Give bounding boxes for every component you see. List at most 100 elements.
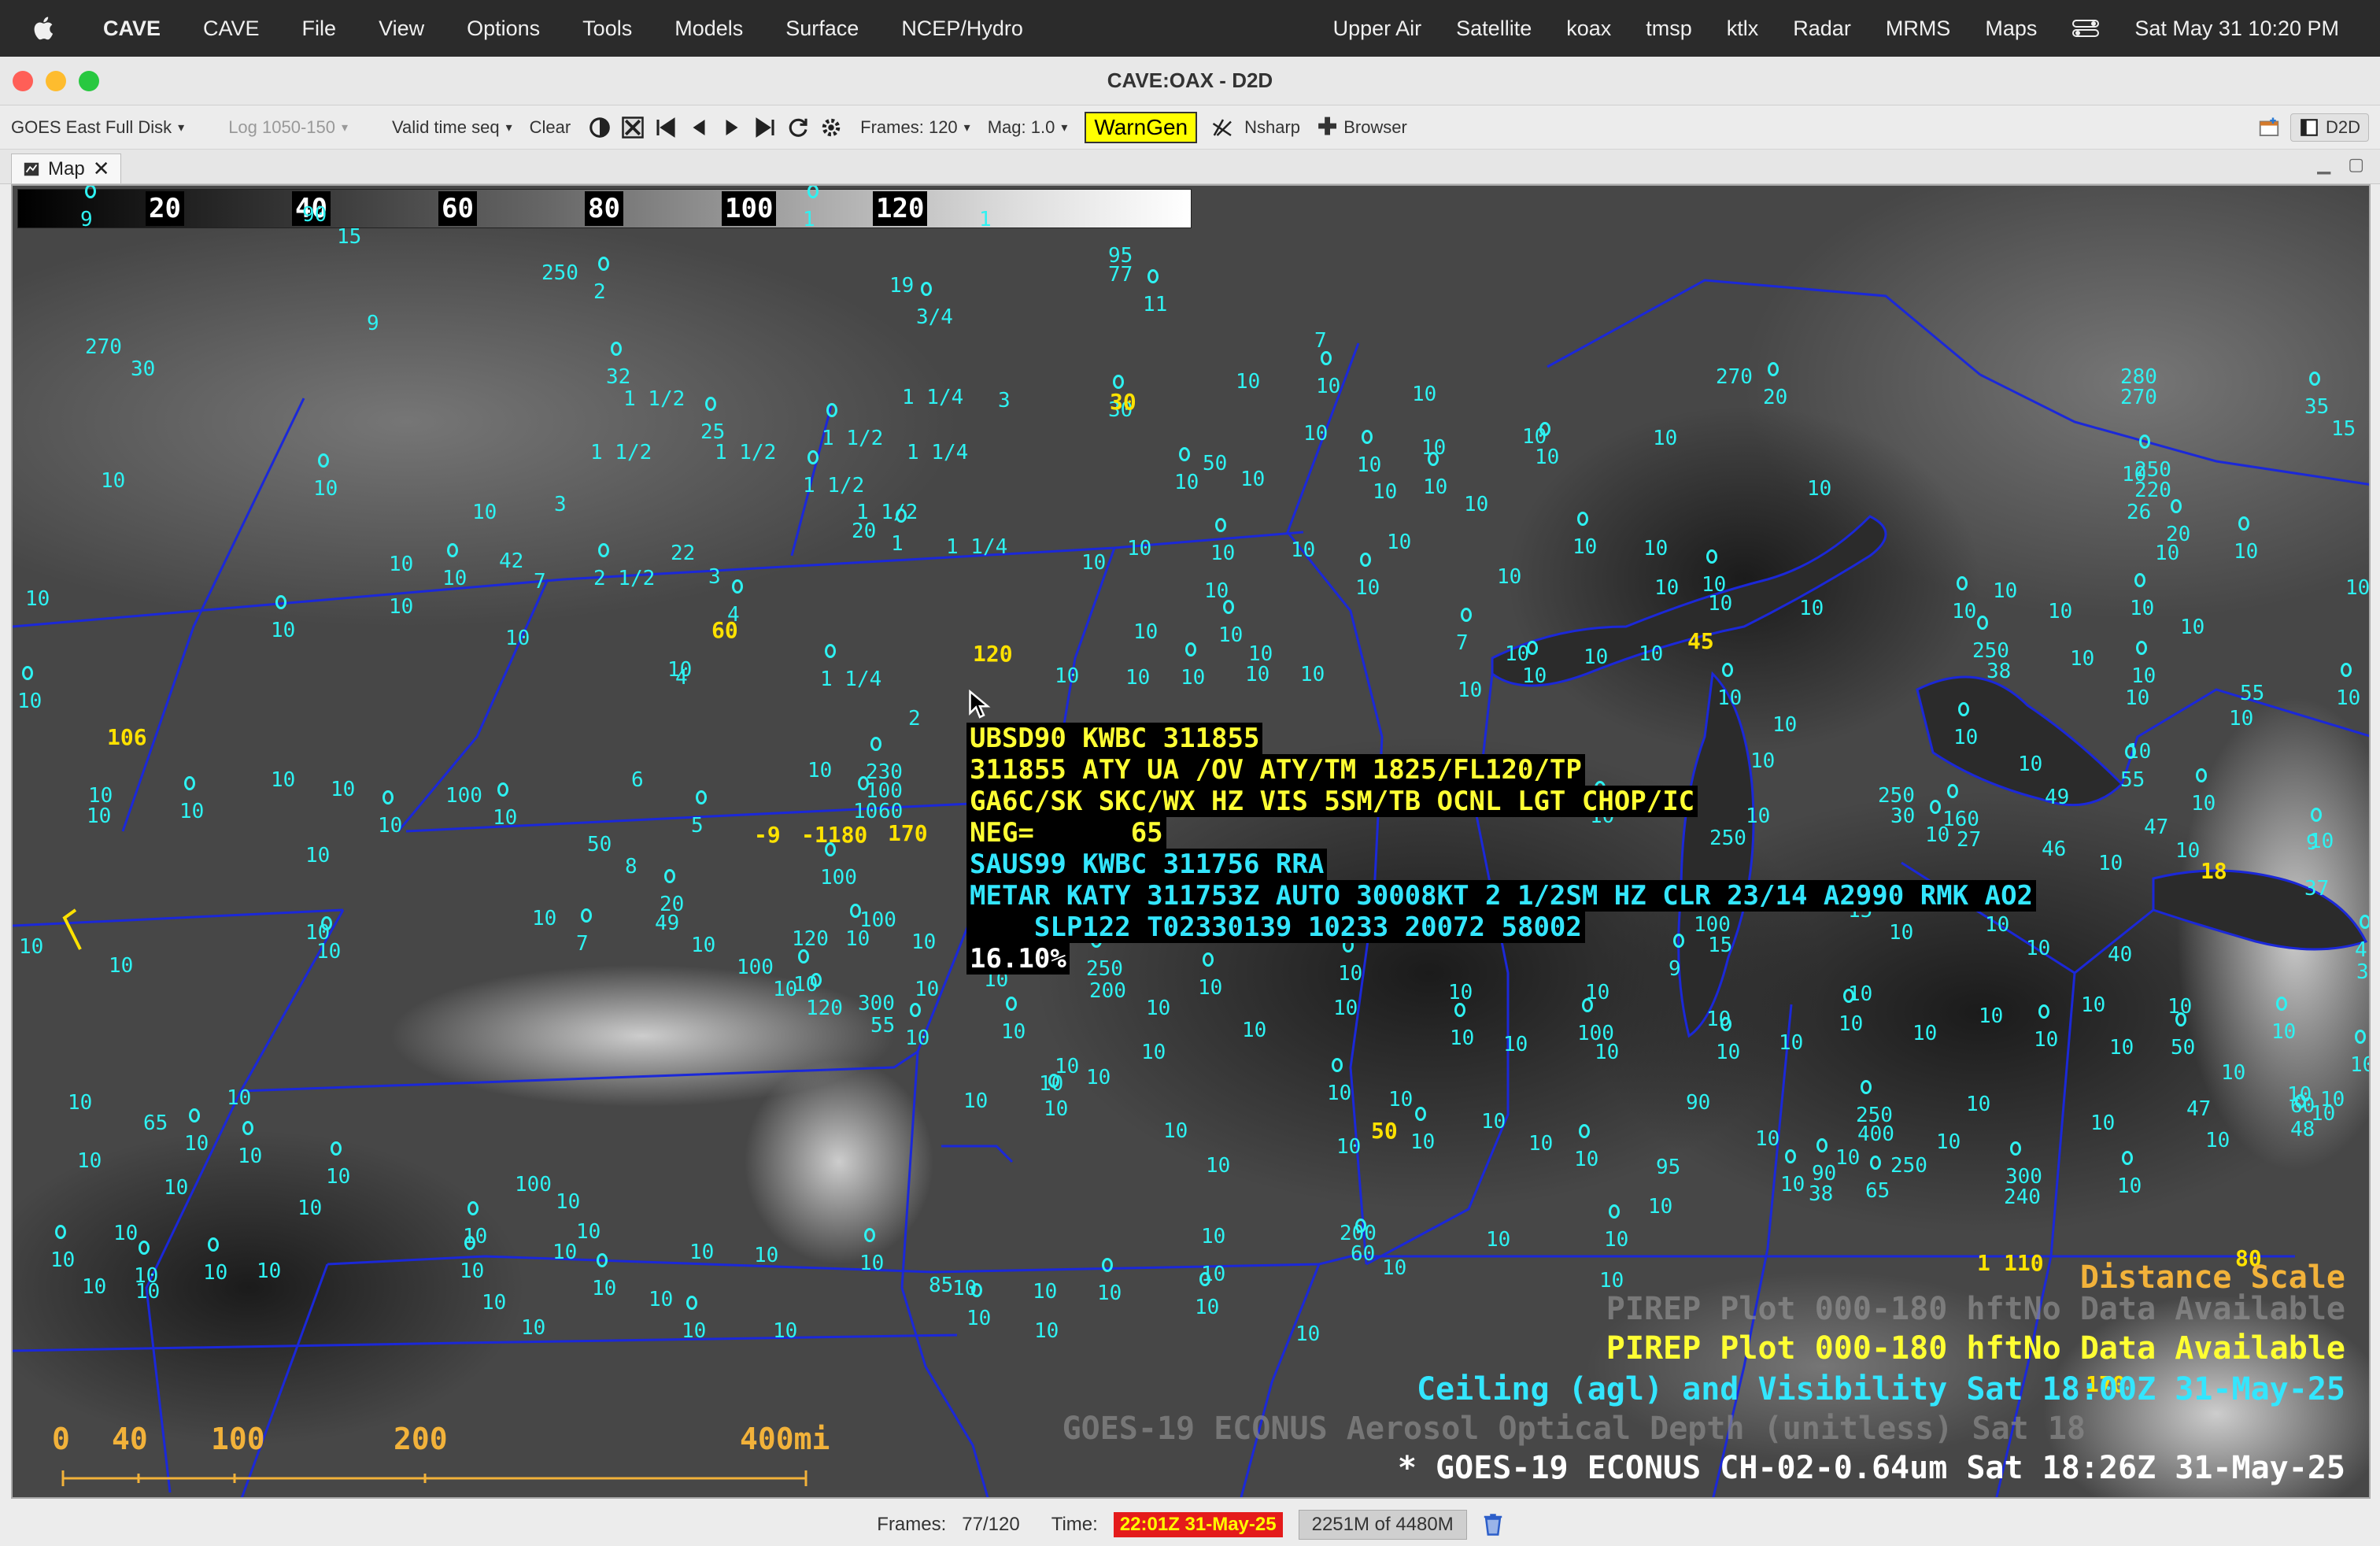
browser-button[interactable]: ✚ Browser: [1318, 113, 1407, 141]
station-value: 10: [135, 1280, 161, 1304]
station-value: 49: [2045, 786, 2070, 809]
legend-ceiling-visibility[interactable]: Ceiling (agl) and Visibility Sat 18:00Z …: [1417, 1371, 2345, 1407]
control-center-icon[interactable]: [2071, 19, 2100, 38]
menu-maps[interactable]: Maps: [1968, 17, 2054, 41]
perspective-icon[interactable]: [2257, 116, 2281, 139]
menu-models[interactable]: Models: [653, 17, 764, 41]
valid-time-dropdown[interactable]: Valid time seq ▾: [392, 117, 512, 138]
station-circle-icon: [1102, 1258, 1113, 1272]
station-value: 10: [1240, 468, 1266, 491]
station-value: 10: [316, 940, 342, 963]
menu-satellite[interactable]: Satellite: [1439, 17, 1549, 41]
station-value: 10: [271, 768, 296, 792]
zoom-extent-icon[interactable]: [621, 116, 645, 139]
legend-satellite[interactable]: * GOES-19 ECONUS CH-02-0.64um Sat 18:26Z…: [1398, 1450, 2345, 1486]
contrast-icon[interactable]: [588, 116, 612, 139]
trash-icon[interactable]: [1483, 1513, 1503, 1537]
station-circle-icon: [896, 509, 907, 523]
menu-radar[interactable]: Radar: [1776, 17, 1868, 41]
step-forward-icon[interactable]: [720, 116, 744, 139]
station-circle-icon: [468, 1201, 479, 1215]
station-value: 10: [691, 934, 716, 957]
frames-dropdown[interactable]: Frames: 120 ▾: [860, 117, 970, 138]
station-value: 10: [2131, 664, 2156, 688]
scale-label: 100: [211, 1422, 265, 1456]
pirep-value: 45: [1687, 628, 1714, 654]
source-dropdown[interactable]: GOES East Full Disk ▾: [11, 117, 184, 138]
menu-koax[interactable]: koax: [1549, 17, 1628, 41]
legend-aerosol[interactable]: GOES-19 ECONUS Aerosol Optical Depth (un…: [1062, 1411, 2086, 1447]
station-value: 1 1/4: [902, 386, 964, 409]
station-value: 15: [337, 225, 362, 249]
legend-pirep-ghost[interactable]: PIREP Plot 000-180 hftNo Data Available: [1606, 1291, 2345, 1327]
station-circle-icon: [1461, 608, 1472, 622]
nsharp-button[interactable]: Nsharp: [1211, 116, 1300, 139]
station-value: 95: [1656, 1156, 1681, 1179]
legend-pirep[interactable]: PIREP Plot 000-180 hftNo Data Available: [1606, 1330, 2345, 1367]
station-value: 10: [2048, 600, 2073, 623]
menubar-clock[interactable]: Sat May 31 10:20 PM: [2117, 17, 2356, 41]
menu-tmsp[interactable]: tmsp: [1628, 17, 1709, 41]
tab-map[interactable]: Map ✕: [11, 153, 122, 183]
maximize-pane-icon[interactable]: ▢: [2348, 154, 2364, 175]
wind-barb-icon: [62, 908, 82, 950]
station-circle-icon: [85, 186, 96, 198]
menu-view[interactable]: View: [357, 17, 445, 41]
log-dropdown[interactable]: Log 1050-150 ▾: [228, 117, 348, 138]
station-value: 6: [631, 768, 644, 792]
station-value: 10: [1125, 666, 1151, 690]
station-value: 10: [1522, 664, 1547, 688]
station-value: 10: [1133, 620, 1159, 644]
d2d-perspective-button[interactable]: D2D: [2289, 113, 2369, 142]
map-display[interactable]: 20 40 60 80 100 120 9 90 15 1 1 250 2 9 19 3/4 95 7…: [11, 184, 2371, 1499]
menu-cave[interactable]: CAVE: [182, 17, 281, 41]
menu-mrms[interactable]: MRMS: [1868, 17, 1968, 41]
frames-status-value: 77/120: [962, 1514, 1020, 1535]
station-value: 10: [2205, 1129, 2230, 1152]
station-circle-icon: [1048, 1074, 1059, 1088]
close-icon[interactable]: ✕: [93, 157, 110, 181]
station-value: 10: [25, 587, 50, 611]
first-frame-icon[interactable]: [654, 116, 678, 139]
station-value: 65: [1865, 1179, 1890, 1203]
d2d-toolbar: GOES East Full Disk ▾ Log 1050-150 ▾ Valid…: [0, 105, 2380, 150]
station-value: 26: [2127, 501, 2152, 524]
pirep-value: 18: [2201, 858, 2227, 884]
menu-options[interactable]: Options: [445, 17, 561, 41]
station-circle-icon: [1870, 1156, 1881, 1170]
menu-ncep-hydro[interactable]: NCEP/Hydro: [880, 17, 1044, 41]
station-value: 300: [858, 992, 895, 1015]
station-value: 20: [852, 520, 877, 543]
mag-dropdown[interactable]: Mag: 1.0 ▾: [988, 117, 1068, 138]
station-value: 10: [1599, 1269, 1624, 1293]
station-circle-icon: [1006, 997, 1017, 1011]
station-value: 10: [2122, 463, 2147, 486]
loop-icon[interactable]: [786, 116, 810, 139]
menu-ktlx[interactable]: ktlx: [1709, 17, 1776, 41]
pirep-value: -1180: [801, 822, 868, 848]
station-value: 10: [1458, 679, 1483, 702]
station-value: 10: [1448, 981, 1473, 1004]
warngen-button[interactable]: WarnGen: [1085, 111, 1198, 143]
gear-icon[interactable]: [819, 116, 843, 139]
station-value: 55: [2240, 682, 2265, 705]
minimize-window-button[interactable]: [46, 70, 66, 91]
close-window-button[interactable]: [13, 70, 33, 91]
menu-app-cave[interactable]: CAVE: [82, 17, 182, 41]
apple-icon[interactable]: [31, 15, 58, 42]
station-value: 10: [1755, 1127, 1780, 1151]
d2d-icon: [2301, 118, 2318, 136]
frame-time-value: 22:01Z 31-May-25: [1113, 1512, 1283, 1537]
step-back-icon[interactable]: [687, 116, 711, 139]
menu-file[interactable]: File: [281, 17, 358, 41]
station-value: 10: [1373, 480, 1398, 504]
clear-button[interactable]: Clear: [530, 117, 571, 138]
menu-upper-air[interactable]: Upper Air: [1316, 17, 1439, 41]
minimize-pane-icon[interactable]: ▁: [2317, 154, 2330, 175]
menu-surface[interactable]: Surface: [764, 17, 880, 41]
station-value: 10: [1486, 1228, 1511, 1252]
last-frame-icon[interactable]: [753, 116, 777, 139]
station-circle-icon: [275, 595, 286, 609]
zoom-window-button[interactable]: [79, 70, 99, 91]
menu-tools[interactable]: Tools: [561, 17, 653, 41]
